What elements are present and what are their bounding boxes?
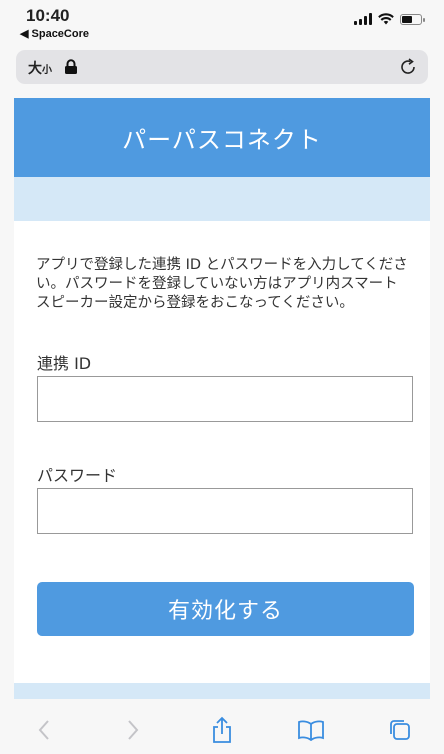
text-size-small-label: 小	[42, 65, 52, 76]
share-icon	[213, 716, 231, 743]
browser-toolbar	[0, 706, 444, 754]
battery-icon	[400, 13, 425, 25]
header-band	[14, 177, 430, 221]
status-time: 10:40	[26, 6, 70, 25]
reload-icon[interactable]	[398, 57, 418, 77]
cellular-signal-icon	[354, 13, 372, 25]
password-input[interactable]	[38, 489, 412, 533]
linked-id-label: 連携 ID	[37, 354, 92, 373]
tabs-button[interactable]	[380, 710, 420, 750]
linked-id-field[interactable]	[37, 376, 413, 422]
password-label: パスワード	[37, 466, 118, 485]
tabs-icon	[389, 720, 410, 740]
wifi-icon	[378, 13, 394, 25]
bookmarks-icon	[297, 720, 324, 741]
back-to-app-link[interactable]: ◀ SpaceCore	[20, 27, 89, 40]
text-size-large-label: 大	[28, 61, 42, 77]
back-icon	[39, 720, 50, 740]
page-header: パーパスコネクト	[14, 98, 430, 177]
forward-icon	[128, 720, 139, 740]
page-title: パーパスコネクト	[122, 126, 322, 154]
status-icons	[354, 13, 425, 25]
footer-band	[14, 683, 430, 699]
activate-button[interactable]: 有効化する	[37, 582, 414, 636]
instruction-text: アプリで登録した連携 ID とパスワードを入力してください。パスワードを登録して…	[36, 257, 408, 311]
share-button[interactable]	[202, 710, 242, 750]
text-size-button[interactable]: 大小	[28, 58, 52, 78]
back-button[interactable]	[24, 710, 64, 750]
address-bar[interactable]: 大小	[16, 50, 428, 84]
forward-button[interactable]	[113, 710, 153, 750]
lock-icon	[65, 59, 77, 74]
password-field[interactable]	[37, 488, 413, 534]
linked-id-input[interactable]	[38, 377, 412, 421]
web-content: パーパスコネクト アプリで登録した連携 ID とパスワードを入力してください。パ…	[14, 98, 430, 699]
status-bar: 10:40 ◀ SpaceCore	[0, 0, 444, 44]
bookmarks-button[interactable]	[291, 710, 331, 750]
